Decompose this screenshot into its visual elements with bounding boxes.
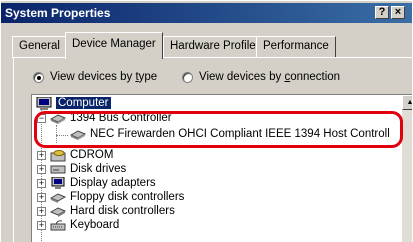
tree-line: [56, 135, 68, 136]
radio-button[interactable]: [182, 71, 193, 83]
view-by-connection-label: View devices by connection: [199, 71, 341, 83]
radio-button[interactable]: [33, 71, 44, 83]
floppy-controller-icon: [50, 192, 66, 203]
view-by-type-label: View devices by type: [50, 71, 158, 83]
tree-line: [56, 125, 57, 143]
tree-item-label: Display adapters: [70, 177, 156, 189]
expand-toggle[interactable]: +: [37, 165, 46, 174]
system-properties-window: System Properties ? × General Device Man…: [0, 0, 412, 242]
computer-icon: [36, 96, 52, 110]
cdrom-icon: [50, 149, 66, 161]
tree-item[interactable]: Hard disk controllers: [50, 204, 175, 218]
hard-disk-controller-icon: [50, 206, 66, 217]
tree-item-label: CDROM: [70, 149, 114, 161]
expand-toggle[interactable]: +: [37, 207, 46, 216]
tab-performance[interactable]: Performance: [256, 36, 336, 58]
tree-item[interactable]: Keyboard: [50, 218, 119, 232]
tab-device-manager[interactable]: Device Manager: [65, 32, 163, 59]
tree-item[interactable]: NEC Firewarden OHCI Compliant IEEE 1394 …: [70, 127, 390, 141]
keyboard-icon: [50, 219, 66, 230]
expand-toggle[interactable]: +: [37, 193, 46, 202]
tree-item[interactable]: CDROM: [50, 148, 113, 162]
scroll-up-arrow-icon[interactable]: ▲: [402, 95, 412, 110]
view-by-connection-option[interactable]: View devices by connection: [182, 71, 340, 83]
tree-root[interactable]: Computer: [36, 96, 111, 110]
view-by-type-option[interactable]: View devices by type: [33, 71, 157, 83]
device-tree[interactable]: Computer − 1394 Bus Controller NEC Firew…: [31, 94, 412, 242]
tab-hardware-profiles[interactable]: Hardware Profiles: [163, 36, 269, 58]
monitor-icon: [51, 176, 65, 189]
tree-item[interactable]: Disk drives: [50, 162, 126, 176]
expand-toggle[interactable]: +: [37, 179, 46, 188]
tree-item-label: Keyboard: [70, 219, 120, 231]
tree-item-label: Hard disk controllers: [70, 205, 175, 217]
tree-item-label: Floppy disk controllers: [70, 191, 185, 203]
host-controller-icon: [70, 129, 86, 140]
disk-drive-icon: [50, 165, 66, 173]
collapse-toggle[interactable]: −: [37, 114, 46, 123]
tab-general[interactable]: General: [12, 36, 67, 58]
tree-item[interactable]: Display adapters: [50, 176, 156, 190]
tree-item[interactable]: 1394 Bus Controller: [50, 111, 172, 125]
bus-controller-icon: [50, 113, 66, 124]
vertical-scrollbar[interactable]: ▲: [402, 95, 412, 242]
help-button[interactable]: ?: [375, 6, 389, 19]
window-title: System Properties: [5, 6, 111, 20]
tree-item-label: NEC Firewarden OHCI Compliant IEEE 1394 …: [90, 128, 390, 140]
tree-item[interactable]: Floppy disk controllers: [50, 190, 184, 204]
tree-item-label: 1394 Bus Controller: [70, 112, 172, 124]
expand-toggle[interactable]: +: [37, 151, 46, 160]
expand-toggle[interactable]: +: [37, 221, 46, 230]
tree-item-label: Disk drives: [70, 163, 127, 175]
tree-root-label: Computer: [56, 97, 111, 109]
title-bar[interactable]: System Properties ? ×: [1, 3, 412, 23]
close-button[interactable]: ×: [391, 6, 405, 19]
